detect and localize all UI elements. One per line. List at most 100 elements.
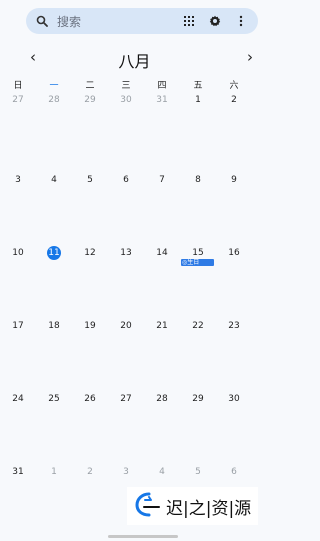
day-cell[interactable]: 25 [36, 392, 72, 465]
day-number: 10 [12, 248, 24, 258]
day-number: 5 [195, 467, 201, 477]
watermark-text: 迟|之|资|源 [166, 498, 252, 519]
day-number: 6 [123, 175, 129, 185]
day-cell[interactable]: 27 [0, 93, 36, 173]
day-cell[interactable]: 7 [144, 173, 180, 246]
day-cell[interactable]: 5 [72, 173, 108, 246]
day-cell[interactable]: 13 [108, 246, 144, 319]
today-indicator: 11 [47, 246, 61, 260]
day-cell[interactable]: 21 [144, 319, 180, 392]
day-cell[interactable]: 18 [36, 319, 72, 392]
day-cell[interactable]: 1 [36, 465, 72, 538]
settings-icon[interactable] [206, 12, 224, 30]
day-number: 31 [12, 467, 24, 477]
day-cell[interactable]: 12 [72, 246, 108, 319]
day-cell[interactable]: 9 [216, 173, 252, 246]
day-number: 12 [84, 248, 96, 258]
day-number: 14 [156, 248, 168, 258]
day-cell[interactable]: 31 [144, 93, 180, 173]
week-row: 17 18 19 20 21 22 23 [0, 319, 269, 392]
day-number: 2 [231, 95, 237, 105]
day-cell[interactable]: 28 [144, 392, 180, 465]
day-number: 30 [228, 394, 240, 404]
day-cell[interactable]: 31 [0, 465, 36, 538]
day-number: 9 [231, 175, 237, 185]
calendar-grid: 日 一 二 三 四 五 六 27 28 29 30 31 1 2 3 4 5 6… [0, 78, 269, 538]
day-cell[interactable]: 26 [72, 392, 108, 465]
day-cell[interactable]: 3 [0, 173, 36, 246]
day-number: 5 [87, 175, 93, 185]
next-month-button[interactable]: › [240, 47, 260, 67]
week-row: 10 11 12 13 14 15 ◎生日 16 [0, 246, 269, 319]
grid-icon[interactable] [180, 12, 198, 30]
day-cell[interactable]: 15 ◎生日 [180, 246, 216, 319]
day-cell[interactable]: 17 [0, 319, 36, 392]
day-cell[interactable]: 6 [108, 173, 144, 246]
day-number: 31 [156, 95, 168, 105]
day-number: 26 [84, 394, 96, 404]
day-cell[interactable]: 14 [144, 246, 180, 319]
day-number: 27 [12, 95, 24, 105]
day-cell[interactable]: 28 [36, 93, 72, 173]
watermark-overlay: 迟|之|资|源 [127, 487, 258, 525]
day-number: 22 [192, 321, 204, 331]
day-number: 21 [156, 321, 168, 331]
more-icon[interactable] [232, 12, 250, 30]
day-cell[interactable]: 29 [72, 93, 108, 173]
day-cell[interactable]: 24 [0, 392, 36, 465]
day-cell[interactable]: 16 [216, 246, 252, 319]
day-number: 17 [12, 321, 24, 331]
weekday-label: 二 [85, 81, 95, 91]
day-number: 3 [123, 467, 129, 477]
week-row: 24 25 26 27 28 29 30 [0, 392, 269, 465]
day-cell[interactable]: 27 [108, 392, 144, 465]
day-cell[interactable]: 29 [180, 392, 216, 465]
day-cell[interactable]: 30 [108, 93, 144, 173]
day-cell[interactable]: 10 [0, 246, 36, 319]
day-cell[interactable]: 2 [216, 93, 252, 173]
day-number: 20 [120, 321, 132, 331]
day-number: 1 [51, 467, 57, 477]
today-day-cell[interactable]: 11 [36, 246, 72, 319]
day-cell[interactable]: 20 [108, 319, 144, 392]
day-number: 8 [195, 175, 201, 185]
search-icon[interactable] [35, 14, 49, 28]
day-number: 4 [159, 467, 165, 477]
day-number: 2 [87, 467, 93, 477]
weekday-header: 日 一 二 三 四 五 六 [0, 78, 269, 93]
day-number: 30 [120, 95, 132, 105]
week-row: 27 28 29 30 31 1 2 [0, 93, 269, 173]
day-number: 24 [12, 394, 24, 404]
search-input[interactable]: 搜索 [57, 13, 172, 30]
day-cell[interactable]: 23 [216, 319, 252, 392]
day-number: 15 [192, 248, 204, 258]
day-number: 25 [48, 394, 60, 404]
day-cell[interactable]: 19 [72, 319, 108, 392]
day-cell[interactable]: 30 [216, 392, 252, 465]
weekday-label: 一 [49, 81, 59, 91]
day-number: 7 [159, 175, 165, 185]
day-number: 1 [195, 95, 201, 105]
month-title: 八月 [118, 52, 151, 71]
day-number: 29 [192, 394, 204, 404]
day-number: 23 [228, 321, 240, 331]
day-number: 18 [48, 321, 60, 331]
birthday-event-chip[interactable]: ◎生日 [181, 259, 214, 266]
day-number: 13 [120, 248, 132, 258]
day-cell[interactable]: 22 [180, 319, 216, 392]
week-row: 3 4 5 6 7 8 9 [0, 173, 269, 246]
weekday-label: 日 [13, 81, 23, 91]
day-cell[interactable]: 2 [72, 465, 108, 538]
day-number: 28 [48, 95, 60, 105]
day-cell[interactable]: 1 [180, 93, 216, 173]
day-cell[interactable]: 8 [180, 173, 216, 246]
home-indicator[interactable] [108, 535, 178, 538]
day-number: 27 [120, 394, 132, 404]
day-number: 28 [156, 394, 168, 404]
weekday-label: 五 [193, 81, 203, 91]
day-cell[interactable]: 4 [36, 173, 72, 246]
search-bar[interactable]: 搜索 [26, 8, 258, 34]
day-number: 16 [228, 248, 240, 258]
watermark-logo-icon [133, 490, 161, 522]
day-number: 29 [84, 95, 96, 105]
